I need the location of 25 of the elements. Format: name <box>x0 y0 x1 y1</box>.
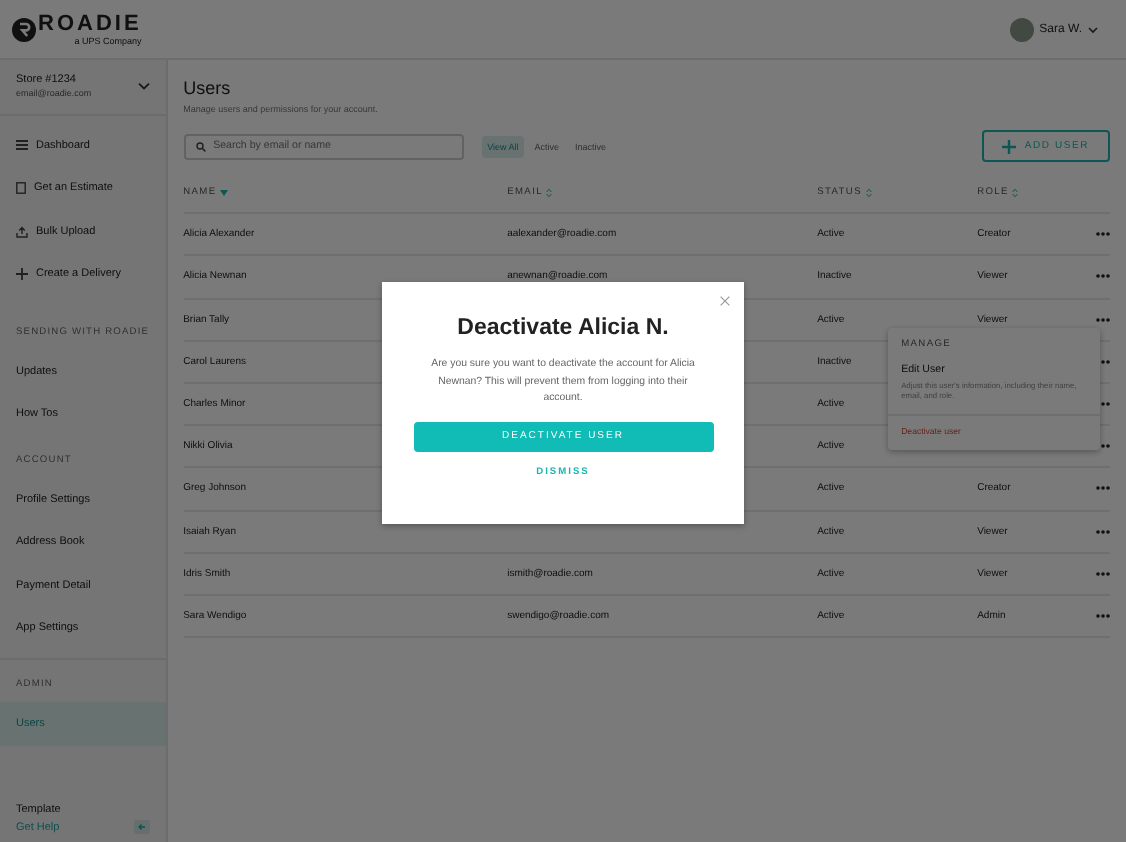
avatar-icon <box>1009 17 1034 41</box>
more-icon[interactable] <box>1095 232 1110 237</box>
modal-title: Deactivate Alicia N. <box>457 316 669 340</box>
sort-icon <box>546 187 553 198</box>
plus-icon <box>1002 139 1017 153</box>
search-icon <box>195 141 206 151</box>
sort-icon <box>866 187 872 198</box>
page-title: Users <box>183 78 233 98</box>
caret-icon <box>1088 25 1098 33</box>
more-icon[interactable] <box>1095 486 1110 491</box>
more-icon[interactable] <box>1095 529 1110 534</box>
sort-icon <box>1012 187 1019 198</box>
more-icon[interactable] <box>1095 613 1110 618</box>
more-icon[interactable] <box>1095 274 1110 279</box>
more-icon[interactable] <box>1095 571 1110 576</box>
plus-icon <box>16 268 28 281</box>
list-icon <box>16 140 28 151</box>
logo-icon <box>12 17 36 41</box>
more-icon[interactable] <box>1095 317 1110 322</box>
close-icon[interactable] <box>720 296 730 306</box>
logo-text: ROADIE <box>38 13 142 35</box>
document-icon <box>16 182 26 195</box>
chevron-icon <box>137 82 150 90</box>
upload-icon <box>16 225 28 238</box>
sort-down-icon <box>220 189 229 196</box>
